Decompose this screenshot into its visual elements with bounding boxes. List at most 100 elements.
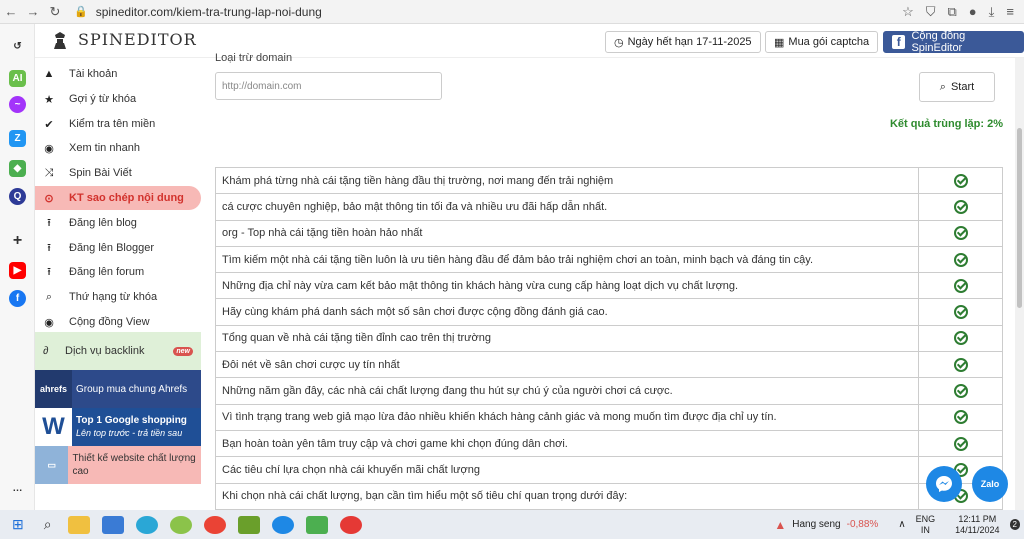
history-icon[interactable]: ↺ [9, 38, 26, 55]
menu-item-backlink[interactable]: ∂ Dịch vụ backlink new [35, 332, 201, 370]
site-logo[interactable]: SPINEDITOR [52, 30, 197, 49]
backlink-label: Dịch vụ backlink [65, 345, 145, 357]
clock-icon: ◷ [614, 36, 624, 49]
menu-item-domain-check[interactable]: ✔ Kiểm tra tên miền [35, 112, 201, 136]
youtube-icon[interactable]: ▶ [9, 262, 26, 279]
menu-item-ranking[interactable]: ⌕ Thứ hạng từ khóa [35, 285, 201, 309]
v-app-icon[interactable] [237, 515, 260, 534]
main-content: Loại trừ domain ⌕ Start Kết quả trùng lặ… [201, 52, 1009, 510]
facebook-icon[interactable]: f [9, 290, 26, 307]
table-row: Đôi nét về sân chơi cược uy tín nhất [215, 351, 1003, 379]
target-icon: ⊙ [44, 192, 54, 205]
menu-item-post-forum[interactable]: ⭱ Đăng lên forum [35, 260, 201, 284]
menu-item-post-blog[interactable]: ⭱ Đăng lên blog [35, 211, 201, 235]
check-circle-icon [953, 199, 968, 214]
status-cell [918, 298, 1003, 326]
store-icon[interactable] [101, 515, 124, 534]
scrollbar[interactable] [1015, 58, 1024, 510]
menu-label: Gợi ý từ khóa [69, 93, 137, 105]
sentence-cell: cá cược chuyên nghiệp, bảo mật thông tin… [215, 193, 919, 221]
more-icon[interactable]: … [9, 480, 26, 497]
promo-web-design-text: Thiết kế website chất lượng cao [72, 453, 196, 477]
check-icon: ✔ [44, 118, 54, 131]
menu-icon[interactable]: ≡ [1006, 4, 1014, 20]
messenger-icon[interactable]: ~ [9, 96, 26, 113]
captcha-text: Mua gói captcha [788, 36, 870, 48]
menu-item-post-blogger[interactable]: ⭱ Đăng lên Blogger [35, 236, 201, 260]
promo-ahrefs[interactable]: ahrefs Group mua chung Ahrefs [35, 370, 201, 408]
back-icon[interactable]: ← [0, 4, 22, 19]
status-cell [918, 351, 1003, 379]
app-icon[interactable] [169, 515, 192, 534]
zalo-icon[interactable]: Z [9, 130, 26, 147]
menu-item-spin[interactable]: ⤨ Spin Bài Viết [35, 161, 201, 185]
sentence-cell: Vì tình trạng trang web giả mạo lừa đảo … [215, 403, 919, 431]
star-icon[interactable]: ☆ [902, 4, 914, 20]
forward-icon[interactable]: → [22, 4, 44, 19]
menu-label: Đăng lên forum [69, 266, 145, 278]
check-circle-icon [953, 436, 968, 451]
sentence-cell: Các tiêu chí lựa chọn nhà cái khuyến mãi… [215, 456, 919, 484]
promo-google-shopping[interactable]: W Top 1 Google shopping Lên top trước - … [35, 408, 201, 446]
download-app-icon[interactable] [305, 515, 328, 534]
sentence-cell: org - Top nhà cái tặng tiền hoàn hảo nhấ… [215, 219, 919, 247]
table-row: Tổng quan về nhà cái tặng tiền đỉnh cao … [215, 324, 1003, 353]
stock-change: -0,88% [846, 519, 879, 530]
expiry-button[interactable]: ◷ Ngày hết hạn 17-11-2025 [605, 31, 761, 53]
ai-icon[interactable]: AI [9, 70, 26, 87]
search-icon[interactable]: ⌕ [44, 516, 52, 533]
browser-sidebar: ↺ AI ~ Z ◆ Q + ▶ f … [0, 24, 35, 510]
ahrefs-logo-text: ahrefs [39, 384, 67, 394]
lock-icon: 🔒 [74, 6, 88, 18]
file-explorer-icon[interactable] [67, 515, 90, 534]
add-icon[interactable]: + [9, 232, 26, 249]
status-cell [918, 193, 1003, 221]
zalo-chat-button[interactable]: Zalo [972, 466, 1008, 502]
game-icon[interactable]: ◆ [9, 160, 26, 177]
zalo-app-icon[interactable] [271, 515, 294, 534]
menu-item-community-view[interactable]: ◉ Cộng đồng View [35, 310, 201, 334]
check-circle-icon [953, 226, 968, 241]
menu-label: Đăng lên Blogger [69, 242, 155, 254]
table-row: Những năm gần đây, các nhà cái chất lượn… [215, 377, 1003, 405]
check-circle-icon [953, 173, 968, 188]
table-row: Bạn hoàn toàn yên tâm truy cập và chơi g… [215, 429, 1003, 458]
expiry-text: Ngày hết hạn 17-11-2025 [627, 36, 752, 48]
menu-item-copy-check[interactable]: ⊙ KT sao chép nội dung [35, 186, 201, 210]
exclude-domain-label: Loại trừ domain [215, 52, 293, 64]
exclude-domain-input[interactable] [215, 72, 442, 100]
site-header: SPINEDITOR ◷ Ngày hết hạn 17-11-2025 ▦ M… [35, 24, 1024, 58]
chrome-profile-icon[interactable] [339, 515, 362, 534]
tray-expand-icon[interactable]: ∧ [898, 519, 905, 530]
promo-web-design[interactable]: ▭ Thiết kế website chất lượng cao [35, 446, 201, 484]
facebook-logo-icon: f [892, 35, 906, 49]
start-button[interactable]: ⌕ Start [919, 72, 995, 102]
reload-icon[interactable]: ↻ [44, 4, 66, 20]
menu-item-news[interactable]: ◉ Xem tin nhanh [35, 136, 201, 160]
menu-item-keyword-suggest[interactable]: ★ Gợi ý từ khóa [35, 87, 201, 111]
notification-badge[interactable]: 2 [1009, 519, 1020, 530]
taskbar: ⊞ ⌕ ▲ Hang seng -0,88% ∧ ENG IN 12:11 PM… [0, 510, 1024, 539]
check-circle-icon [953, 331, 968, 346]
language-indicator[interactable]: ENG IN [916, 514, 936, 536]
shield-icon[interactable]: ⛉ [926, 4, 936, 20]
logo-icon [54, 31, 66, 49]
edge-icon[interactable] [135, 515, 158, 534]
address-bar[interactable]: 🔒 spineditor.com/kiem-tra-trung-lap-noi-… [74, 5, 322, 19]
clock[interactable]: 12:11 PM 14/11/2024 [955, 514, 999, 536]
star-icon: ★ [44, 93, 54, 106]
messenger-chat-icon[interactable] [926, 466, 962, 502]
sentence-cell: Khám phá từng nhà cái tặng tiền hàng đầu… [215, 166, 919, 195]
scrollbar-thumb[interactable] [1017, 128, 1022, 308]
chrome-icon[interactable] [203, 515, 226, 534]
community-button[interactable]: f Cộng đồng SpinEditor [883, 30, 1024, 54]
extensions-icon[interactable]: ⧉ [948, 4, 957, 20]
profile-icon[interactable]: ● [969, 4, 977, 20]
download-icon[interactable]: ⤓ [989, 4, 995, 20]
start-label: Start [950, 81, 975, 93]
windows-start-icon[interactable]: ⊞ [12, 516, 24, 533]
captcha-button[interactable]: ▦ Mua gói captcha [765, 31, 879, 53]
promo-shopping-title: Top 1 Google shopping [76, 415, 187, 426]
menu-item-account[interactable]: ▲ Tài khoản [35, 62, 201, 86]
q-icon[interactable]: Q [9, 188, 26, 205]
